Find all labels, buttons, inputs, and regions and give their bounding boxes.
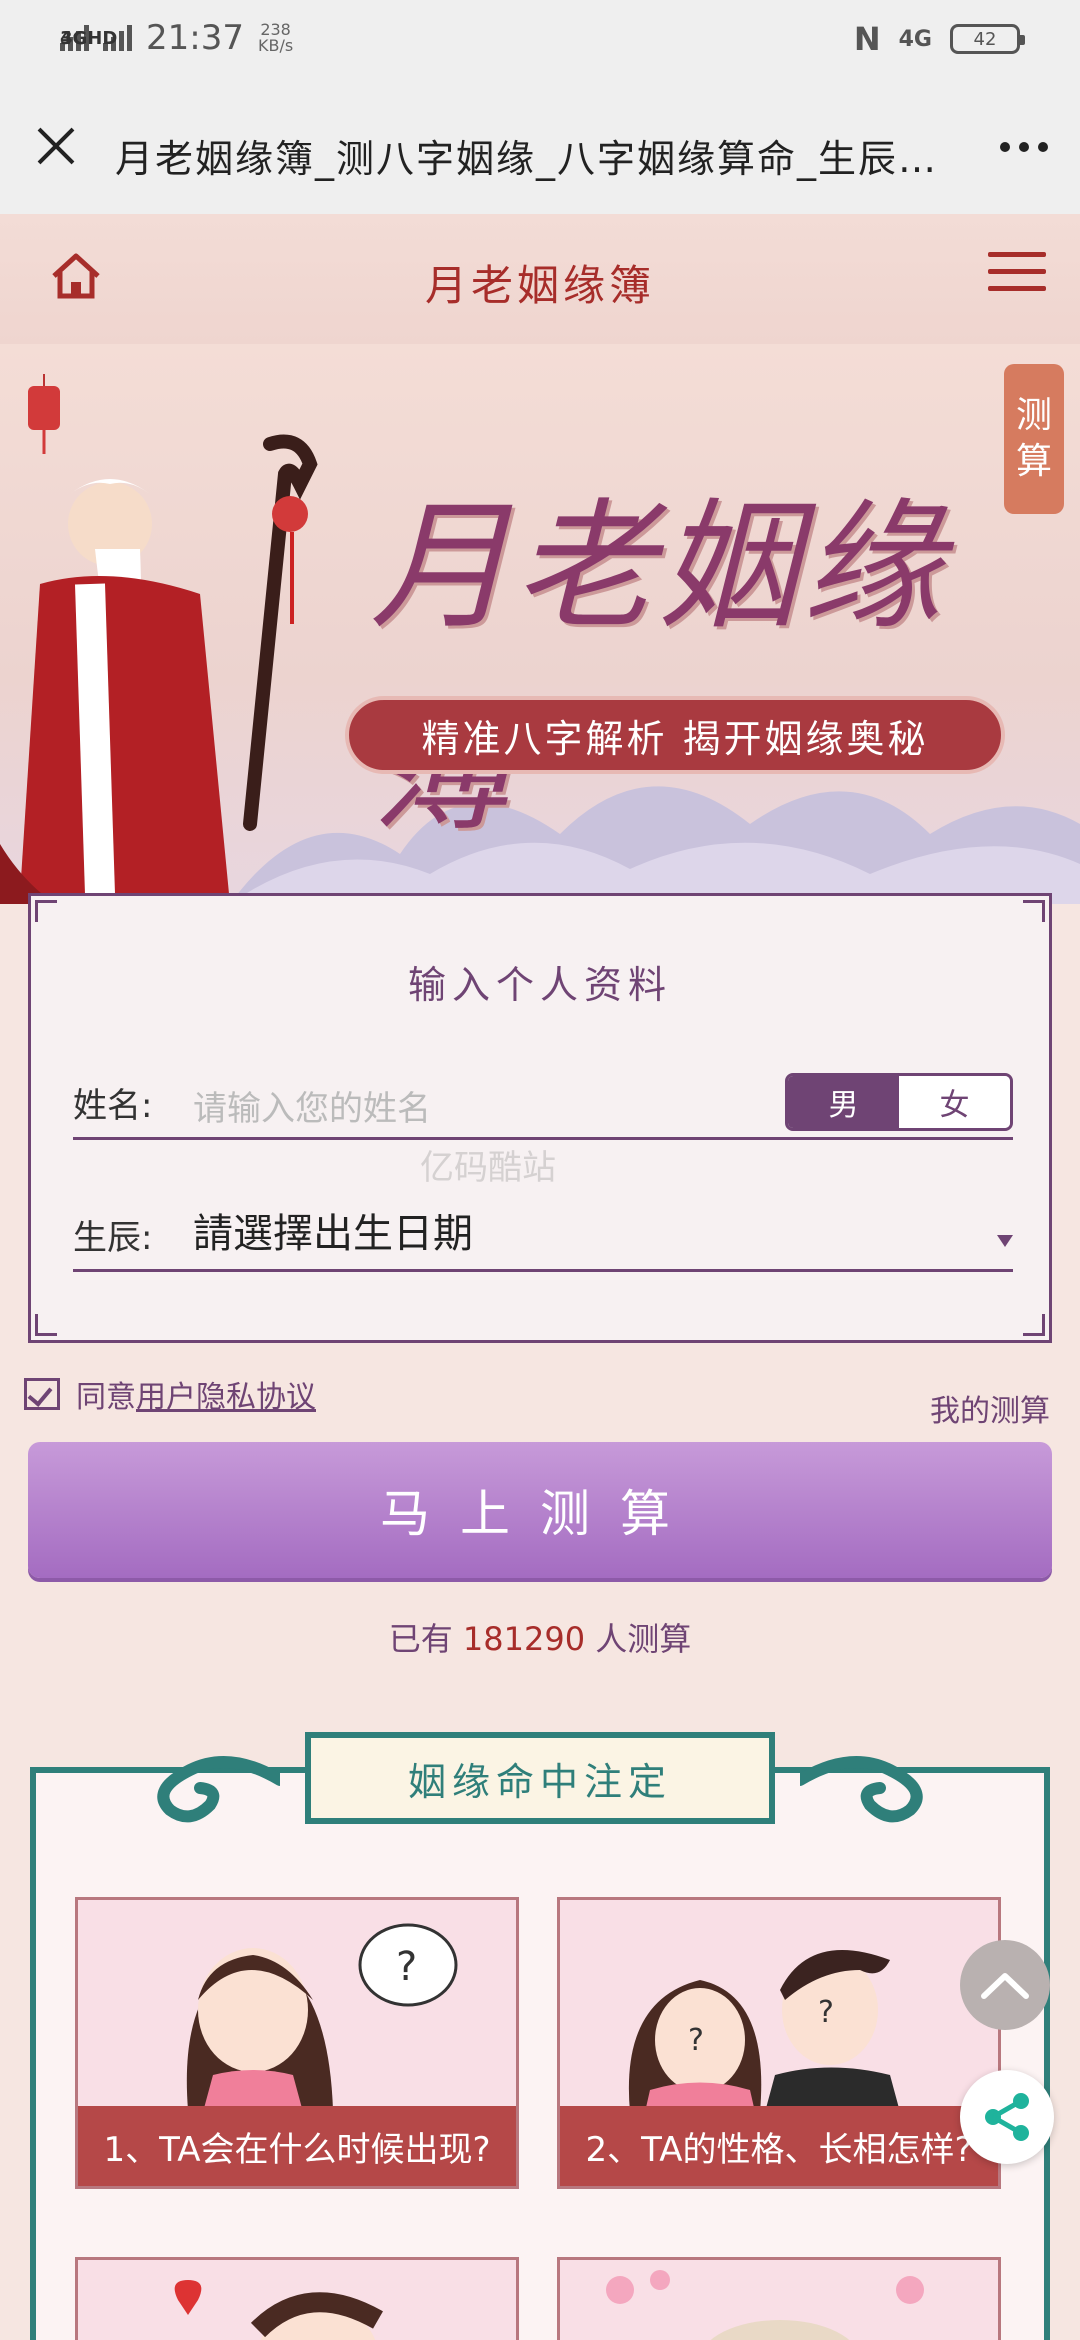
svg-text:?: ? [818, 1995, 834, 2030]
more-options-icon[interactable] [1000, 142, 1048, 152]
page-title: 月老姻缘簿 [424, 261, 655, 310]
network-speed: 238 KB/s [258, 22, 293, 54]
cloud-scroll-left-decoration [157, 1756, 280, 1823]
corner-ornament [1023, 1314, 1045, 1336]
speed-unit: KB/s [257, 36, 294, 55]
privacy-policy-link[interactable]: 用户隐私协议 [136, 1372, 316, 1416]
birthdate-select[interactable]: 請選擇出生日期 [193, 1201, 473, 1259]
agreement-row: 同意 用户隐私协议 [24, 1372, 316, 1416]
side-tag-char-2: 算 [1015, 441, 1052, 482]
hero-banner: 月老姻缘簿 精准八字解析 揭开姻缘奥秘 测 算 [0, 344, 1080, 904]
destiny-title: 姻缘命中注定 [305, 1732, 775, 1824]
network-4g-right: 4G [898, 26, 932, 52]
destiny-card[interactable] [557, 2257, 1001, 2340]
banner-title: 月老姻缘簿 [370, 486, 947, 851]
corner-ornament [1023, 900, 1045, 922]
nfc-icon: N [853, 20, 881, 58]
counter-suffix: 人测算 [595, 1620, 692, 1658]
form-heading: 输入个人资料 [407, 963, 672, 1007]
battery-icon: 42 [950, 24, 1025, 54]
clock: 21:37 [146, 18, 244, 58]
destiny-card[interactable]: ? 1、TA会在什么时候出现? [75, 1897, 519, 2189]
chevron-up-icon [981, 1973, 1029, 1999]
name-input[interactable] [193, 1089, 753, 1129]
watermark: 亿码酷站 [420, 1148, 556, 1188]
matchmaker-elder-illustration [0, 434, 318, 904]
share-button[interactable] [960, 2070, 1054, 2164]
network-label-2: 3G [60, 28, 88, 49]
gender-toggle: 男 女 [785, 1073, 1013, 1131]
usage-counter: 已有 181290 人测算 [0, 1614, 1080, 1660]
close-icon[interactable] [28, 118, 84, 174]
chevron-down-icon[interactable] [997, 1235, 1013, 1247]
side-tag-char-1: 测 [1015, 395, 1052, 436]
couple-illustration: ? ? [628, 1950, 900, 2112]
agreement-prefix: 同意 [76, 1380, 136, 1415]
heart-couple-illustration [174, 2280, 383, 2340]
girl-thinking-illustration: ? [186, 1923, 458, 2112]
page-tab-title: 月老姻缘簿_测八字姻缘_八字姻缘算命_生辰… [115, 137, 939, 181]
agreement-checkbox[interactable] [24, 1378, 60, 1410]
corner-ornament [35, 1314, 57, 1336]
birthdate-label: 生辰: [73, 1218, 153, 1258]
destiny-card[interactable] [75, 2257, 519, 2340]
banner-slogan: 精准八字解析 揭开姻缘奥秘 [345, 696, 1005, 774]
corner-ornament [35, 900, 57, 922]
svg-text:?: ? [396, 1944, 417, 1990]
battery-level: 42 [973, 28, 997, 50]
browser-title-bar: 月老姻缘簿_测八字姻缘_八字姻缘算命_生辰… [0, 80, 1080, 214]
gender-female-option[interactable]: 女 [899, 1076, 1010, 1128]
blossom-illustration [606, 2270, 924, 2340]
birthdate-row[interactable]: 生辰: 請選擇出生日期 [73, 1208, 1013, 1272]
svg-text:?: ? [688, 2023, 704, 2058]
gender-male-option[interactable]: 男 [788, 1076, 899, 1128]
cloud-scroll-right-decoration [800, 1756, 923, 1823]
destiny-card-caption: 2、TA的性格、长相怎样? [560, 2106, 998, 2186]
name-row: 姓名: 男 女 [73, 1073, 1013, 1140]
side-tag-calculate[interactable]: 测 算 [1004, 364, 1064, 514]
destiny-card[interactable]: ? ? 2、TA的性格、长相怎样? [557, 1897, 1001, 2189]
info-form-card: 输入个人资料 姓名: 男 女 生辰: 請選擇出生日期 [28, 893, 1052, 1343]
counter-prefix: 已有 [388, 1620, 453, 1658]
counter-number: 181290 [462, 1620, 586, 1658]
menu-icon[interactable] [988, 252, 1046, 302]
destiny-card-caption: 1、TA会在什么时候出现? [78, 2106, 516, 2186]
share-icon [985, 2093, 1029, 2141]
site-header: 月老姻缘簿 [0, 214, 1080, 344]
name-label: 姓名: [73, 1086, 153, 1126]
back-to-top-button[interactable] [960, 1940, 1050, 2030]
my-calculations-link[interactable]: 我的测算 [930, 1386, 1050, 1430]
calculate-now-button[interactable]: 马上测算 [28, 1442, 1052, 1578]
status-bar: 4GHD 3G 21:37 238 KB/s N 4G 42 [0, 0, 1080, 80]
